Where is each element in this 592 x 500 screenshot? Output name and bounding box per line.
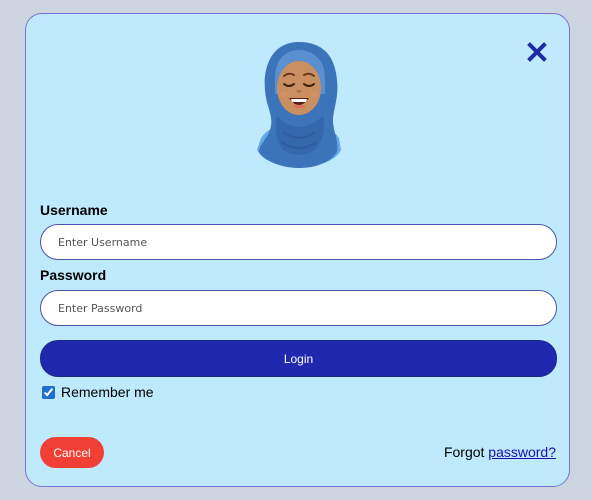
password-label: Password (40, 267, 107, 283)
login-button[interactable]: Login (40, 340, 557, 377)
remember-me-label: Remember me (61, 384, 154, 400)
forgot-prefix: Forgot (443, 444, 489, 460)
password-input[interactable] (40, 290, 557, 326)
forgot-password-link[interactable]: password? (488, 444, 556, 460)
username-label: Username (40, 202, 108, 218)
username-input[interactable] (40, 224, 557, 260)
remember-me[interactable]: Remember me (42, 384, 154, 400)
close-icon[interactable] (527, 42, 547, 62)
remember-me-checkbox[interactable] (42, 385, 55, 399)
cancel-button[interactable]: Cancel (40, 437, 104, 468)
forgot-password: Forgot password? (444, 444, 556, 460)
login-modal: Username Password Login Remember me Canc… (25, 13, 570, 487)
avatar-icon (257, 42, 341, 168)
